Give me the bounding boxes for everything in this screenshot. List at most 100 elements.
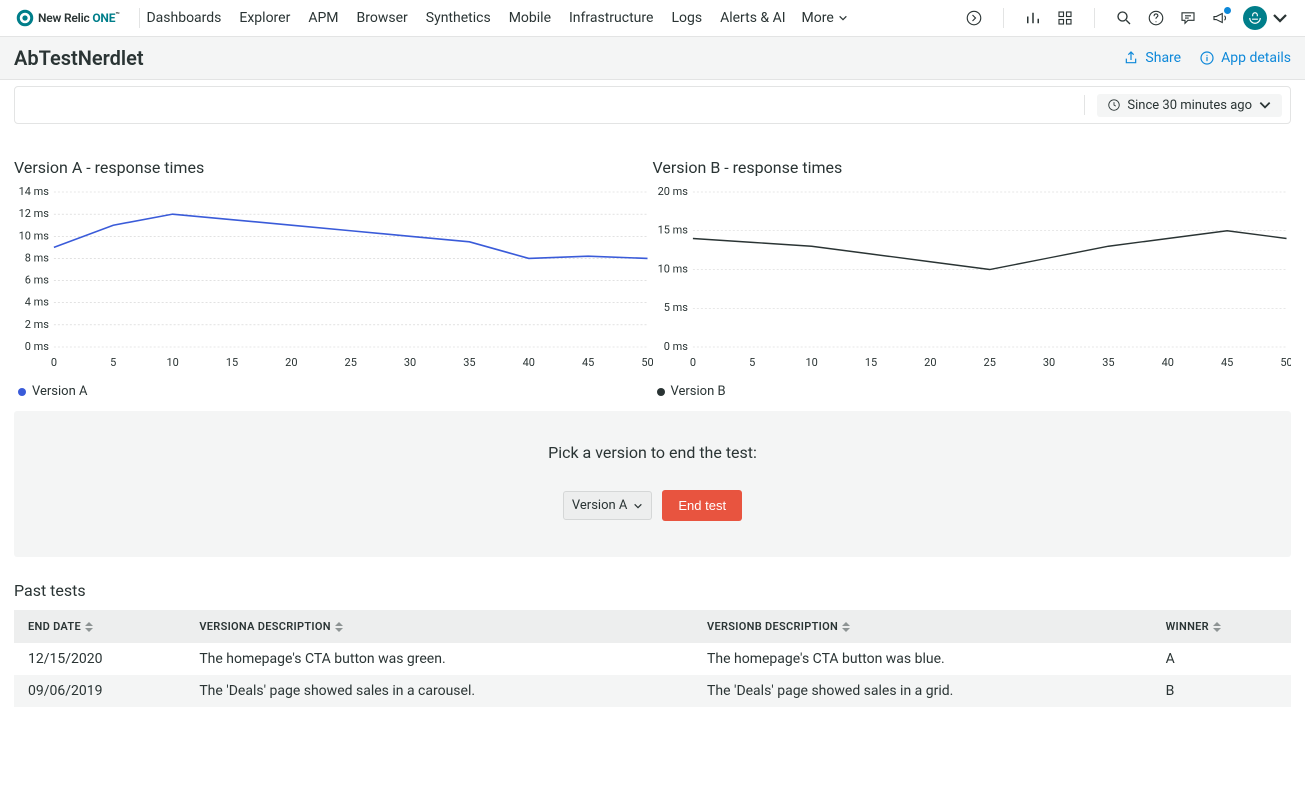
- announce-icon[interactable]: [1211, 9, 1229, 27]
- svg-text:12 ms: 12 ms: [19, 207, 50, 220]
- apps-grid-icon[interactable]: [1056, 9, 1074, 27]
- svg-text:20: 20: [924, 356, 936, 369]
- legend-dot: [657, 388, 665, 396]
- col-winner[interactable]: WINNER: [1152, 610, 1291, 643]
- cell-end-date: 12/15/2020: [14, 643, 185, 675]
- bar-chart-icon[interactable]: [1024, 9, 1042, 27]
- cell-winner: A: [1152, 643, 1291, 675]
- nav-link-browser[interactable]: Browser: [357, 10, 408, 26]
- feedback-icon[interactable]: [1179, 9, 1197, 27]
- chevron-down-icon: [1271, 9, 1289, 27]
- go-icon[interactable]: [965, 9, 983, 27]
- legend-label: Version A: [32, 384, 87, 399]
- svg-text:50: 50: [1280, 356, 1291, 369]
- nav-link-apm[interactable]: APM: [308, 10, 338, 26]
- chart-version-b: Version B - response times 0 ms5 ms10 ms…: [653, 138, 1292, 403]
- table-header-row: END DATE VERSIONA DESCRIPTION VERSIONB D…: [14, 610, 1291, 643]
- search-icon[interactable]: [1115, 9, 1133, 27]
- legend: Version B: [653, 376, 1292, 403]
- nav-link-explorer[interactable]: Explorer: [239, 10, 290, 26]
- svg-text:5: 5: [749, 356, 755, 369]
- user-menu[interactable]: [1243, 9, 1289, 27]
- version-select-value: Version A: [572, 498, 627, 513]
- chart-area[interactable]: 0 ms5 ms10 ms15 ms20 ms05101520253035404…: [653, 187, 1292, 372]
- legend-dot: [18, 388, 26, 396]
- brand-logo[interactable]: New Relic ONE™: [16, 9, 119, 27]
- version-select[interactable]: Version A: [563, 491, 652, 520]
- past-tests-table: END DATE VERSIONA DESCRIPTION VERSIONB D…: [14, 610, 1291, 707]
- cell-versionb: The homepage's CTA button was blue.: [693, 643, 1152, 675]
- svg-text:40: 40: [1161, 356, 1173, 369]
- svg-text:35: 35: [1102, 356, 1114, 369]
- chart-title: Version A - response times: [14, 138, 653, 177]
- end-test-button[interactable]: End test: [662, 490, 742, 521]
- svg-text:0 ms: 0 ms: [663, 340, 687, 353]
- newrelic-logo-icon: [16, 9, 34, 27]
- chart-area[interactable]: 0 ms2 ms4 ms6 ms8 ms10 ms12 ms14 ms05101…: [14, 187, 653, 372]
- end-test-panel: Pick a version to end the test: Version …: [14, 411, 1291, 557]
- legend-label: Version B: [671, 384, 726, 399]
- time-picker[interactable]: Since 30 minutes ago: [1097, 94, 1282, 117]
- pick-prompt: Pick a version to end the test:: [14, 443, 1291, 462]
- time-picker-label: Since 30 minutes ago: [1127, 98, 1252, 113]
- col-end-date[interactable]: END DATE: [14, 610, 185, 643]
- chevron-down-icon: [1258, 98, 1272, 112]
- nav-separator: [1094, 8, 1095, 28]
- table-row[interactable]: 09/06/2019 The 'Deals' page showed sales…: [14, 675, 1291, 707]
- page-title: AbTestNerdlet: [14, 46, 144, 70]
- past-tests-title: Past tests: [14, 581, 1291, 600]
- app-details-button[interactable]: App details: [1199, 50, 1291, 66]
- svg-text:0 ms: 0 ms: [25, 340, 49, 353]
- nav-more-dropdown[interactable]: More: [802, 10, 848, 26]
- svg-text:15: 15: [864, 356, 876, 369]
- chart-version-a: Version A - response times 0 ms2 ms4 ms6…: [14, 138, 653, 403]
- col-versionb[interactable]: VERSIONB DESCRIPTION: [693, 610, 1152, 643]
- nav-link-logs[interactable]: Logs: [671, 10, 702, 26]
- nav-link-synthetics[interactable]: Synthetics: [426, 10, 491, 26]
- legend: Version A: [14, 376, 653, 403]
- svg-text:10 ms: 10 ms: [657, 262, 688, 275]
- nav-link-infrastructure[interactable]: Infrastructure: [569, 10, 653, 26]
- header-bar: AbTestNerdlet Share App details: [0, 37, 1305, 80]
- top-nav: New Relic ONE™ Dashboards Explorer APM B…: [0, 0, 1305, 37]
- nav-link-dashboards[interactable]: Dashboards: [146, 10, 221, 26]
- svg-text:20 ms: 20 ms: [657, 187, 688, 198]
- svg-text:30: 30: [404, 356, 416, 369]
- share-button[interactable]: Share: [1123, 50, 1181, 66]
- sort-icon: [85, 622, 93, 632]
- share-icon: [1123, 50, 1139, 66]
- notification-dot: [1224, 7, 1231, 14]
- nav-link-mobile[interactable]: Mobile: [509, 10, 551, 26]
- nav-link-alerts[interactable]: Alerts & AI: [720, 10, 785, 26]
- sort-icon: [335, 622, 343, 632]
- sort-icon: [842, 622, 850, 632]
- svg-text:10 ms: 10 ms: [19, 229, 50, 242]
- chevron-down-icon: [633, 501, 643, 511]
- cell-versionb: The 'Deals' page showed sales in a grid.: [693, 675, 1152, 707]
- col-versiona[interactable]: VERSIONA DESCRIPTION: [185, 610, 693, 643]
- nav-separator: [139, 8, 140, 28]
- cell-versiona: The homepage's CTA button was green.: [185, 643, 693, 675]
- svg-text:35: 35: [463, 356, 475, 369]
- svg-text:10: 10: [166, 356, 178, 369]
- svg-text:10: 10: [805, 356, 817, 369]
- help-icon[interactable]: [1147, 9, 1165, 27]
- separator: [1084, 95, 1085, 115]
- svg-text:5 ms: 5 ms: [663, 301, 687, 314]
- svg-text:25: 25: [983, 356, 995, 369]
- svg-text:45: 45: [1220, 356, 1232, 369]
- svg-text:45: 45: [582, 356, 594, 369]
- svg-text:14 ms: 14 ms: [19, 187, 50, 198]
- cell-winner: B: [1152, 675, 1291, 707]
- info-icon: [1199, 50, 1215, 66]
- app-details-label: App details: [1221, 50, 1291, 66]
- header-actions: Share App details: [1123, 50, 1291, 66]
- nav-separator: [1003, 8, 1004, 28]
- svg-text:8 ms: 8 ms: [25, 251, 49, 264]
- share-label: Share: [1145, 50, 1181, 66]
- table-row[interactable]: 12/15/2020 The homepage's CTA button was…: [14, 643, 1291, 675]
- svg-text:6 ms: 6 ms: [25, 274, 49, 287]
- brand-name: New Relic ONE™: [38, 11, 119, 25]
- svg-text:4 ms: 4 ms: [25, 296, 49, 309]
- cell-versiona: The 'Deals' page showed sales in a carou…: [185, 675, 693, 707]
